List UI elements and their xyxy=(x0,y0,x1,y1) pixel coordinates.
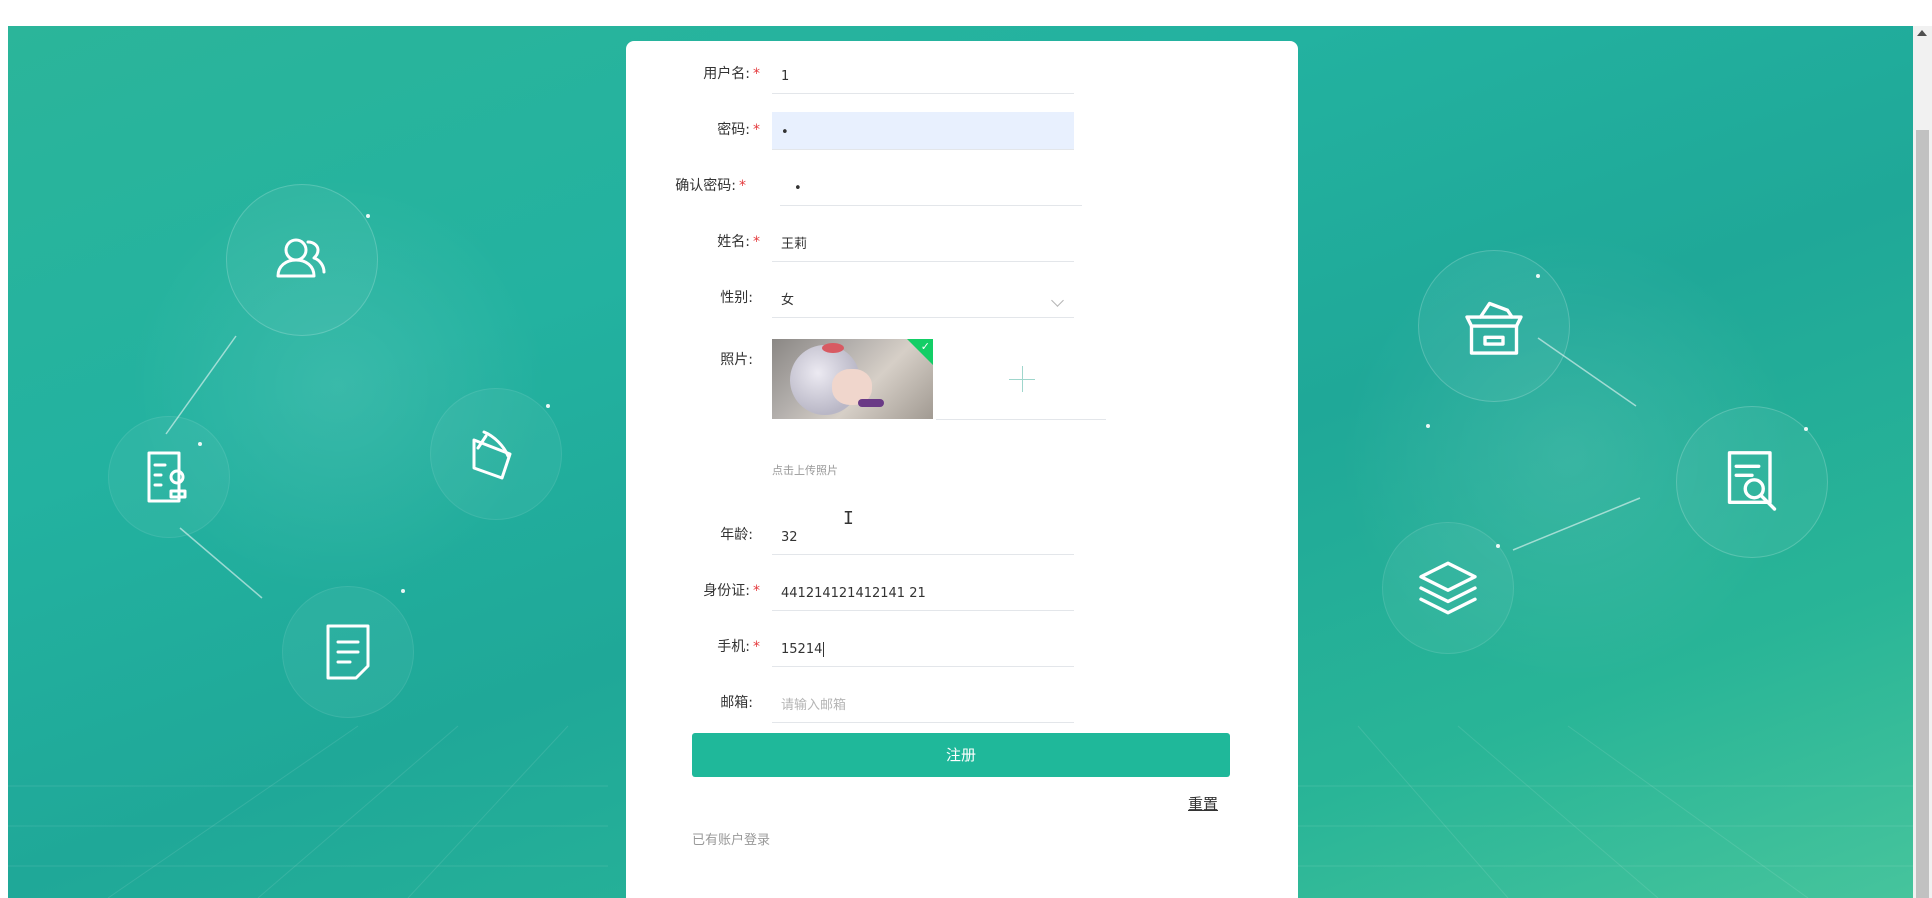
age-input[interactable]: 32 xyxy=(772,517,1074,555)
photo-upload-area[interactable] xyxy=(936,339,1106,420)
login-link[interactable]: 已有账户登录 xyxy=(692,829,770,848)
name-label: 姓名: * xyxy=(717,234,760,250)
register-card: 用户名: * 1 密码: * • 确认密码: * • 姓名: * 王莉 性别: 女 照片… xyxy=(626,41,1298,898)
register-button[interactable]: 注册 xyxy=(692,733,1230,777)
scroll-up-arrow-icon[interactable] xyxy=(1917,30,1927,36)
phone-value: 15214 xyxy=(781,642,823,657)
chevron-down-icon xyxy=(1051,294,1064,307)
reset-link[interactable]: 重置 xyxy=(1188,793,1218,814)
password-input[interactable]: • xyxy=(772,112,1074,150)
photo-label: 照片: xyxy=(720,352,753,368)
gender-label: 性别: xyxy=(720,290,753,306)
id-card-input[interactable]: 441214121412141 21 xyxy=(772,573,1074,611)
archive-bubble xyxy=(1418,250,1570,402)
id-card-label: 身份证: * xyxy=(703,583,760,599)
search-doc-bubble xyxy=(1676,406,1828,558)
email-row: 邮箱: 请输入邮箱 xyxy=(626,670,1298,726)
stamp-bubble xyxy=(108,416,230,538)
username-row: 用户名: * 1 xyxy=(626,41,1298,97)
users-icon xyxy=(276,238,326,278)
photo-upload-hint: 点击上传照片 xyxy=(772,464,838,477)
users-bubble xyxy=(226,184,378,336)
username-label: 用户名: * xyxy=(703,66,760,82)
note-bubble xyxy=(282,586,414,718)
email-input[interactable]: 请输入邮箱 xyxy=(772,685,1074,723)
layers-icon xyxy=(1419,561,1477,615)
gender-row: 性别: 女 xyxy=(626,265,1298,321)
archive-box-icon xyxy=(1465,301,1523,355)
stamp-document-icon xyxy=(147,451,187,503)
confirm-password-input[interactable]: • xyxy=(780,168,1082,206)
email-label: 邮箱: xyxy=(720,695,753,711)
phone-label: 手机: * xyxy=(717,639,760,655)
pen-bubble xyxy=(430,388,562,520)
search-document-icon xyxy=(1727,451,1777,511)
scrollbar-thumb[interactable] xyxy=(1916,130,1929,898)
pen-paper-icon xyxy=(472,430,512,480)
gender-select[interactable]: 女 xyxy=(772,280,1074,318)
password-row: 密码: * • xyxy=(626,97,1298,153)
username-input[interactable]: 1 xyxy=(772,56,1074,94)
note-icon xyxy=(326,624,370,680)
age-label: 年龄: xyxy=(720,527,753,543)
gender-value: 女 xyxy=(781,293,795,308)
password-label: 密码: * xyxy=(717,122,760,138)
confirm-password-label: 确认密码: * xyxy=(675,178,746,194)
layers-bubble xyxy=(1382,522,1514,654)
check-icon: ✓ xyxy=(920,340,930,353)
age-row: 年龄: 32 xyxy=(626,502,1298,558)
confirm-password-row: 确认密码: * • xyxy=(626,153,1298,209)
phone-row: 手机: * 15214 xyxy=(626,614,1298,670)
name-input[interactable]: 王莉 xyxy=(772,224,1074,262)
uploaded-photo-thumbnail[interactable]: ✓ xyxy=(772,339,933,419)
id-card-row: 身份证: * 441214121412141 21 xyxy=(626,558,1298,614)
text-caret xyxy=(823,642,825,657)
phone-input[interactable]: 15214 xyxy=(772,629,1074,667)
name-row: 姓名: * 王莉 xyxy=(626,209,1298,265)
text-cursor-icon: I xyxy=(843,508,854,529)
